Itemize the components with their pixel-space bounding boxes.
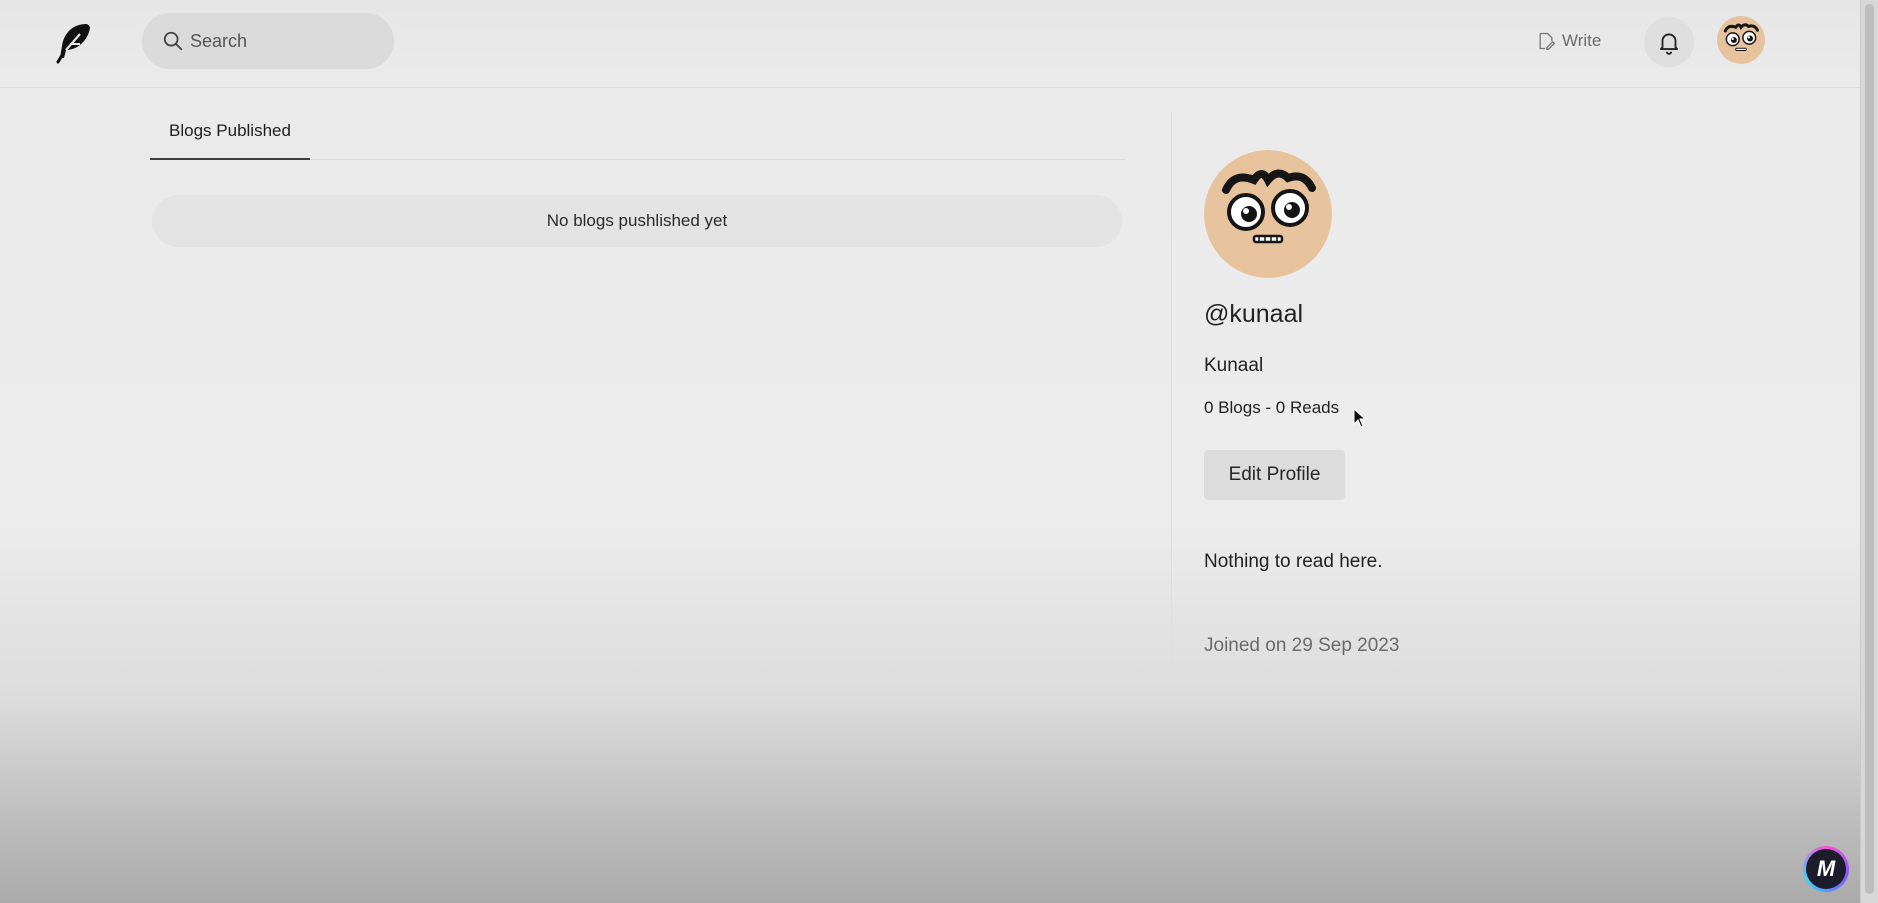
cartoon-face-avatar	[1717, 16, 1765, 64]
empty-state-message: No blogs pushlished yet	[152, 195, 1122, 247]
search-input[interactable]	[190, 13, 380, 69]
navbar: Write	[0, 0, 1860, 88]
corner-badge: M	[1803, 846, 1849, 892]
file-edit-icon	[1539, 32, 1556, 50]
scrollbar-thumb[interactable]	[1865, 4, 1874, 894]
badge-letter: M	[1806, 849, 1846, 889]
cartoon-face-icon	[1204, 150, 1332, 278]
feather-icon[interactable]	[50, 18, 98, 66]
search-icon	[163, 31, 183, 51]
profile-tabs: Blogs Published	[150, 110, 1125, 160]
bell-icon	[1659, 33, 1679, 55]
profile-avatar	[1204, 150, 1332, 278]
write-label: Write	[1562, 31, 1602, 50]
user-avatar-button[interactable]	[1717, 16, 1765, 64]
write-button[interactable]: Write	[1536, 26, 1601, 56]
column-divider	[1171, 112, 1172, 702]
search-bar[interactable]	[142, 13, 394, 69]
page-scrollbar[interactable]	[1860, 0, 1878, 903]
notifications-button[interactable]	[1644, 17, 1694, 67]
profile-username: @kunaal	[1204, 300, 1304, 328]
profile-stats: 0 Blogs - 0 Reads	[1204, 398, 1340, 417]
profile-full-name: Kunaal	[1204, 355, 1264, 376]
profile-bio: Nothing to read here.	[1204, 551, 1383, 572]
tab-blogs-published[interactable]: Blogs Published	[150, 110, 310, 160]
mouse-cursor-icon	[1353, 408, 1367, 428]
joined-date: Joined on 29 Sep 2023	[1204, 635, 1400, 656]
edit-profile-button[interactable]: Edit Profile	[1204, 450, 1345, 500]
